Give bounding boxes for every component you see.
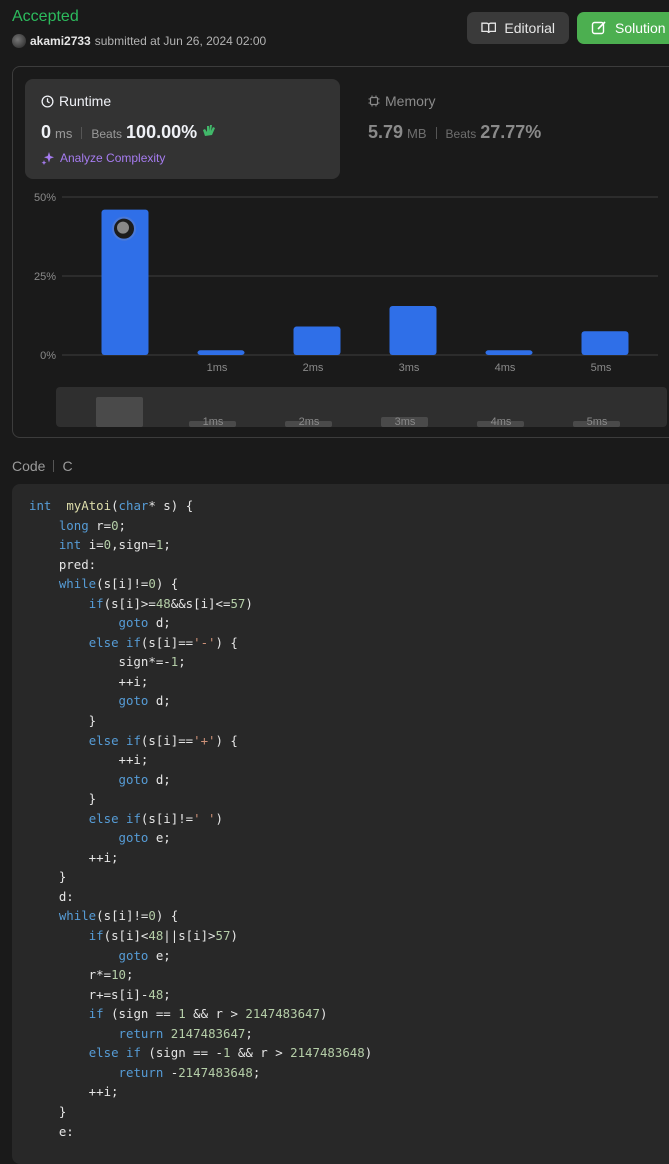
code-language: C bbox=[62, 458, 73, 474]
code-line: goto e; bbox=[118, 830, 171, 846]
runtime-distribution-chart[interactable]: 0% 25% 50% 1ms 2ms 3ms 4ms 5ms 1ms 2ms 3ms 4ms 5ms bbox=[0, 0, 669, 440]
code-line: pred: bbox=[29, 556, 97, 572]
code-line: else if (sign == -1 && r > 2147483648) bbox=[88, 1045, 373, 1061]
overview-tick-label: 3ms bbox=[395, 416, 416, 428]
overview-tick-label: 5ms bbox=[587, 416, 608, 428]
code-line: goto d; bbox=[118, 693, 171, 709]
code-line: int i=0,sign=1; bbox=[58, 537, 171, 553]
x-tick-label: 4ms bbox=[495, 362, 516, 374]
code-line: else if(s[i]!=' ') bbox=[88, 810, 223, 826]
chart-bar[interactable] bbox=[485, 350, 533, 355]
code-line: goto d; bbox=[118, 615, 171, 631]
y-tick-label: 25% bbox=[34, 271, 56, 283]
code-line: int myAtoi(char* s) { bbox=[29, 498, 194, 513]
overview-tick-label: 1ms bbox=[203, 416, 224, 428]
code-line: ++i; bbox=[29, 849, 119, 865]
x-tick-label: 1ms bbox=[207, 362, 228, 374]
code-line: if(s[i]>=48&&s[i]<=57) bbox=[88, 595, 253, 611]
code-line: e: bbox=[29, 1123, 74, 1139]
code-line: } bbox=[29, 713, 97, 729]
x-tick-label: 5ms bbox=[591, 362, 612, 374]
code-line: r*=10; bbox=[29, 967, 134, 983]
chart-bar[interactable] bbox=[293, 326, 341, 355]
code-line: sign*=-1; bbox=[29, 654, 186, 670]
code-line: return 2147483647; bbox=[118, 1025, 253, 1041]
code-line: while(s[i]!=0) { bbox=[58, 576, 179, 592]
code-line: ++i; bbox=[29, 1084, 119, 1100]
code-line: } bbox=[29, 869, 67, 885]
code-label: Code bbox=[12, 458, 46, 474]
divider bbox=[53, 460, 55, 472]
code-line: long r=0; bbox=[58, 517, 127, 533]
code-line: else if(s[i]=='-') { bbox=[88, 634, 238, 650]
chart-bar[interactable] bbox=[389, 306, 437, 355]
chart-bar[interactable] bbox=[581, 331, 629, 355]
code-section-label: Code C bbox=[12, 458, 73, 474]
avatar bbox=[117, 221, 129, 234]
overview-bar bbox=[96, 397, 143, 427]
code-line: if(s[i]<48||s[i]>57) bbox=[88, 928, 238, 944]
overview-tick-label: 4ms bbox=[491, 416, 512, 428]
code-content[interactable]: int myAtoi(char* s) { long r=0; int i=0,… bbox=[29, 496, 372, 1141]
code-line: r+=s[i]-48; bbox=[29, 986, 171, 1002]
chart-bar[interactable] bbox=[197, 350, 245, 355]
code-line: return -2147483648; bbox=[118, 1064, 261, 1080]
overview-tick-label: 2ms bbox=[299, 416, 320, 428]
code-line: ++i; bbox=[29, 673, 149, 689]
code-line: goto d; bbox=[118, 771, 171, 787]
code-line: else if(s[i]=='+') { bbox=[88, 732, 238, 748]
code-line: d: bbox=[29, 888, 74, 904]
y-tick-label: 50% bbox=[34, 192, 56, 204]
y-tick-label: 0% bbox=[40, 350, 56, 362]
code-line: goto e; bbox=[118, 947, 171, 963]
x-tick-label: 2ms bbox=[303, 362, 324, 374]
code-line: if (sign == 1 && r > 2147483647) bbox=[88, 1006, 328, 1022]
x-tick-label: 3ms bbox=[399, 362, 420, 374]
code-line: } bbox=[29, 1103, 67, 1119]
code-line: while(s[i]!=0) { bbox=[58, 908, 179, 924]
code-line: } bbox=[29, 791, 97, 807]
code-line: ++i; bbox=[29, 752, 149, 768]
